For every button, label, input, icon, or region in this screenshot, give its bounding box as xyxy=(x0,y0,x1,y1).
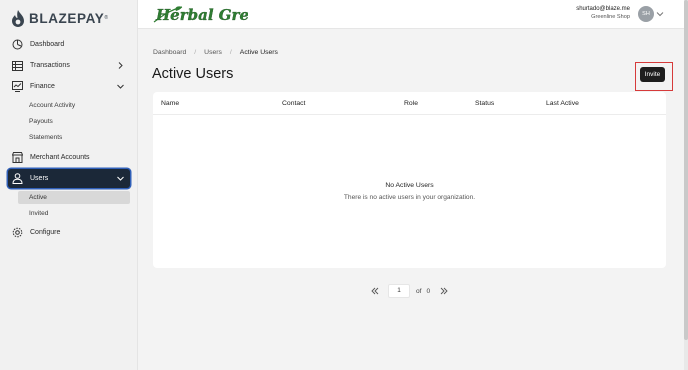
dashboard-icon xyxy=(11,39,23,51)
sidebar-item-finance[interactable]: Finance xyxy=(8,77,130,96)
table-header: Name Contact Role Status Last Active xyxy=(153,92,666,115)
column-header-contact[interactable]: Contact xyxy=(282,100,305,107)
sidebar-item-label: Transactions xyxy=(30,62,70,69)
page-scrollbar[interactable] xyxy=(684,0,688,370)
next-page-icon[interactable] xyxy=(439,287,448,296)
sidebar-subitem-payouts[interactable]: Payouts xyxy=(29,118,53,125)
chevron-right-icon xyxy=(118,62,123,69)
sidebar-item-label: Merchant Accounts xyxy=(30,154,90,161)
sidebar-item-merchant-accounts[interactable]: Merchant Accounts xyxy=(8,148,130,167)
column-header-role[interactable]: Role xyxy=(404,100,418,107)
sidebar-item-users[interactable]: Users xyxy=(8,169,130,188)
sidebar-item-label: Configure xyxy=(30,229,61,236)
chevron-down-icon xyxy=(117,176,124,181)
sidebar-subitem-account-activity[interactable]: Account Activity xyxy=(29,102,75,109)
brand-registered-mark: ® xyxy=(104,15,108,21)
column-header-status[interactable]: Status xyxy=(475,100,494,107)
empty-state-title: No Active Users xyxy=(385,182,434,189)
empty-state-description: There is no active users in your organiz… xyxy=(343,194,476,201)
breadcrumb-users[interactable]: Users xyxy=(204,49,222,56)
user-shop: Greenline Shop xyxy=(591,14,630,20)
top-header: Herbal Greens shurtado@blaze.me Greenlin… xyxy=(138,0,684,29)
sidebar-item-label: Dashboard xyxy=(30,41,65,48)
sidebar-subitem-statements[interactable]: Statements xyxy=(29,134,62,141)
breadcrumb-separator: / xyxy=(194,49,197,56)
breadcrumb: Dashboard / Users / Active Users xyxy=(153,49,278,56)
sidebar-item-transactions[interactable]: Transactions xyxy=(8,56,130,75)
sidebar-item-label: Users xyxy=(30,175,49,182)
chevron-down-icon xyxy=(117,84,124,89)
page-total: 0 xyxy=(426,287,431,295)
users-table: Name Contact Role Status Last Active No … xyxy=(153,92,666,268)
table-icon xyxy=(11,60,23,72)
breadcrumb-separator: / xyxy=(229,49,232,56)
gear-icon xyxy=(11,227,23,239)
page-title: Active Users xyxy=(152,66,234,82)
store-icon xyxy=(11,152,23,164)
sidebar-subitem-invited[interactable]: Invited xyxy=(29,210,48,217)
user-icon xyxy=(11,173,23,185)
sidebar-item-configure[interactable]: Configure xyxy=(8,223,130,242)
invite-button[interactable]: Invite xyxy=(640,67,665,82)
user-email: shurtado@blaze.me xyxy=(576,6,630,12)
pagination: 1 of 0 xyxy=(370,284,448,298)
page-of-label: of xyxy=(416,287,422,295)
herbal-greens-logo[interactable]: Herbal Greens xyxy=(152,2,279,31)
finance-icon xyxy=(11,81,23,93)
previous-page-icon[interactable] xyxy=(370,287,379,296)
column-header-last-active[interactable]: Last Active xyxy=(546,100,579,107)
column-header-name[interactable]: Name xyxy=(161,100,179,107)
blazepay-flame-icon xyxy=(12,9,24,27)
logo-wordmark: Herbal Greens xyxy=(155,6,248,24)
page-number-input[interactable]: 1 xyxy=(388,284,410,298)
scrollbar-thumb[interactable] xyxy=(684,0,688,340)
avatar[interactable]: SH xyxy=(638,6,654,22)
breadcrumb-current: Active Users xyxy=(239,49,278,56)
chevron-down-icon[interactable] xyxy=(656,10,664,18)
brand-name: BLAZEPAY xyxy=(29,10,105,26)
sidebar: BLAZEPAY ® Dashboard Transactions Finance… xyxy=(0,0,138,370)
sidebar-subitem-active[interactable]: Active xyxy=(18,191,130,204)
brand-logo[interactable]: BLAZEPAY ® xyxy=(11,8,108,28)
sidebar-item-label: Finance xyxy=(30,83,55,90)
sidebar-item-dashboard[interactable]: Dashboard xyxy=(8,35,130,54)
breadcrumb-dashboard[interactable]: Dashboard xyxy=(153,49,186,56)
